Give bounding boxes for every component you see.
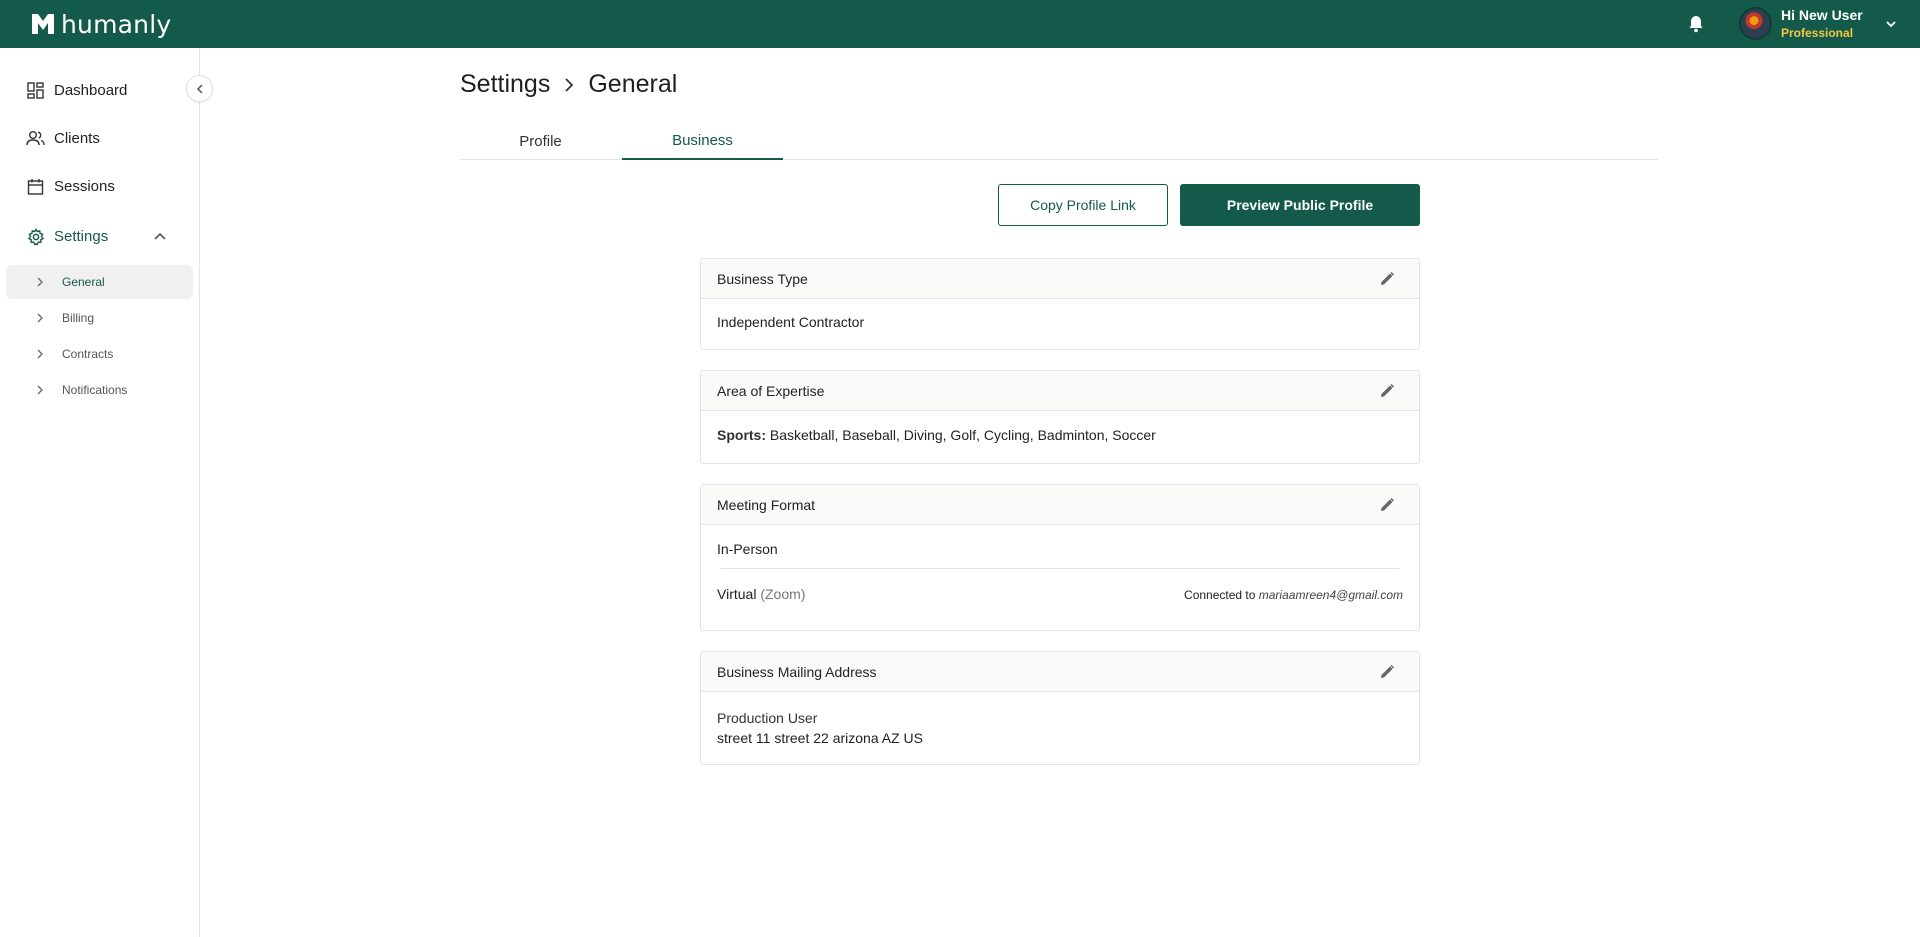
sidebar-subitem-contracts[interactable]: Contracts	[6, 337, 193, 371]
breadcrumb-parent[interactable]: Settings	[460, 70, 550, 99]
virtual-provider: (Zoom)	[760, 586, 806, 602]
card-header: Business Mailing Address	[701, 652, 1419, 692]
brand-logo[interactable]: humanly	[30, 9, 172, 39]
sidebar-item-label: Settings	[54, 228, 109, 245]
brand-name: humanly	[61, 9, 172, 39]
sidebar-collapse-button[interactable]	[186, 75, 213, 102]
preview-public-profile-button[interactable]: Preview Public Profile	[1180, 184, 1420, 226]
pencil-icon[interactable]	[1379, 497, 1395, 513]
copy-profile-link-button[interactable]: Copy Profile Link	[998, 184, 1168, 226]
chevron-right-icon	[37, 349, 43, 359]
expertise-category: Sports:	[717, 427, 766, 443]
users-icon	[26, 129, 45, 148]
sidebar-subitem-label: Contracts	[62, 347, 114, 361]
sidebar-subitem-notifications[interactable]: Notifications	[6, 373, 193, 407]
connected-email: mariaamreen4@gmail.com	[1258, 588, 1403, 602]
tab-bar: Profile Business	[460, 122, 1658, 160]
sidebar-item-label: Clients	[54, 130, 100, 147]
in-person-label: In-Person	[717, 541, 778, 557]
sidebar-item-label: Sessions	[54, 178, 115, 195]
sidebar-item-label: Dashboard	[54, 82, 128, 99]
user-greeting: Hi New User	[1781, 7, 1863, 23]
chevron-right-icon	[565, 77, 574, 92]
chevron-right-icon	[37, 313, 43, 323]
business-type-card: Business Type Independent Contractor	[700, 258, 1420, 350]
gear-icon	[26, 227, 45, 246]
card-title: Meeting Format	[717, 496, 816, 513]
sidebar-subitem-general[interactable]: General	[6, 265, 193, 299]
chevron-right-icon	[37, 385, 43, 395]
sidebar-subitem-label: Billing	[62, 311, 95, 325]
card-header: Meeting Format	[701, 485, 1419, 525]
card-header: Area of Expertise	[701, 371, 1419, 411]
sidebar-subitem-label: Notifications	[62, 383, 128, 397]
card-title: Business Type	[717, 270, 808, 287]
sidebar-item-clients[interactable]: Clients	[26, 129, 100, 148]
pencil-icon[interactable]	[1379, 383, 1395, 399]
tab-profile[interactable]: Profile	[460, 122, 621, 160]
card-title: Area of Expertise	[717, 382, 825, 399]
card-header: Business Type	[701, 259, 1419, 299]
card-title: Business Mailing Address	[717, 663, 877, 680]
avatar[interactable]	[1739, 7, 1772, 40]
pencil-icon[interactable]	[1379, 271, 1395, 287]
dashboard-icon	[26, 81, 45, 100]
expertise-values: Basketball, Baseball, Diving, Golf, Cycl…	[769, 427, 1156, 443]
page-title: General	[588, 70, 678, 98]
connected-prefix: Connected to	[1184, 588, 1256, 602]
calendar-icon	[26, 177, 45, 196]
sidebar-item-sessions[interactable]: Sessions	[26, 177, 115, 196]
connected-account: Connected to mariaamreen4@gmail.com	[1184, 588, 1403, 602]
sidebar-item-settings[interactable]: Settings	[26, 227, 108, 246]
sidebar-item-dashboard[interactable]: Dashboard	[26, 81, 127, 100]
tab-business[interactable]: Business	[622, 122, 783, 160]
business-type-value: Independent Contractor	[717, 314, 865, 330]
sidebar-subitem-billing[interactable]: Billing	[6, 301, 193, 335]
pencil-icon[interactable]	[1379, 664, 1395, 680]
chevron-down-icon[interactable]	[1884, 17, 1898, 31]
breadcrumb: Settings General	[460, 70, 677, 99]
virtual-label: Virtual	[717, 586, 757, 602]
address-line: street 11 street 22 arizona AZ US	[717, 730, 923, 746]
sidebar-subitem-label: General	[62, 275, 105, 289]
top-bar: humanly Hi New User Professional	[0, 0, 1920, 48]
notification-bell-icon[interactable]	[1686, 14, 1706, 34]
address-name: Production User	[717, 710, 818, 726]
meeting-format-card: Meeting Format In-Person Virtual (Zoom) …	[700, 484, 1420, 631]
user-role: Professional	[1781, 26, 1854, 40]
chevron-right-icon	[37, 277, 43, 287]
humanly-logo-icon	[32, 14, 54, 34]
chevron-up-icon[interactable]	[152, 229, 168, 245]
expertise-card: Area of Expertise Sports: Basketball, Ba…	[700, 370, 1420, 464]
chevron-left-icon	[196, 83, 203, 94]
mailing-address-card: Business Mailing Address Production User…	[700, 651, 1420, 765]
